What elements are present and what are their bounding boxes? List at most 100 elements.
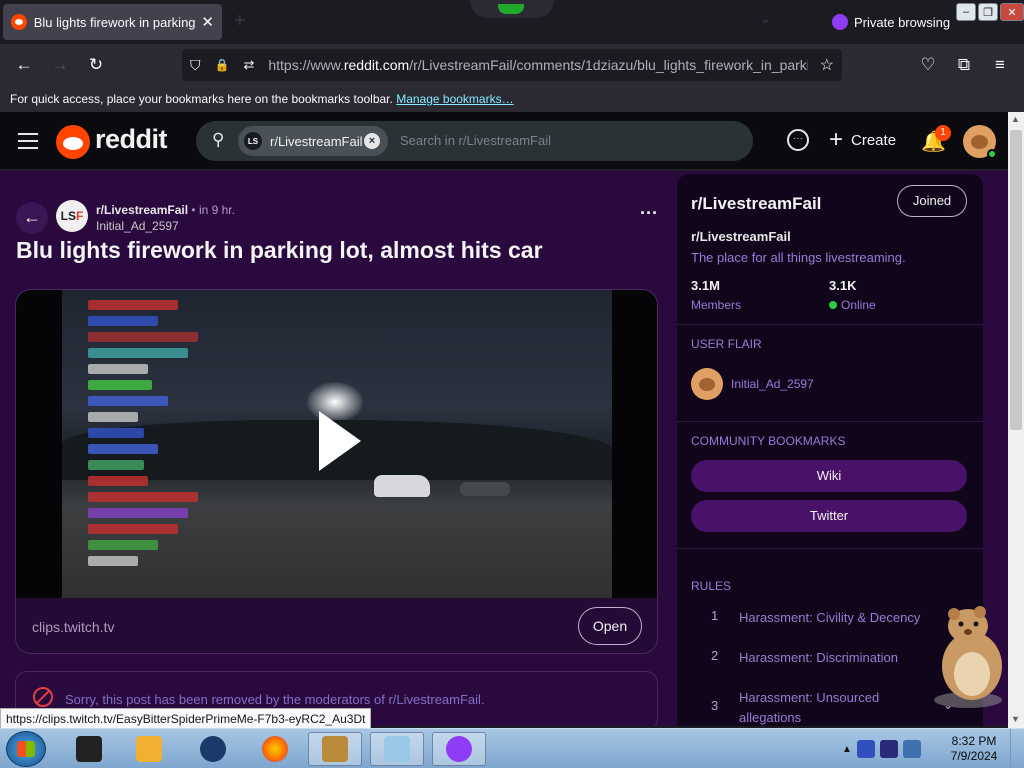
subreddit-filter-chip[interactable]: LS r/LivestreamFail ×: [238, 126, 388, 156]
members-label: Members: [691, 298, 742, 312]
link-preview-row[interactable]: clips.twitch.tv Open: [16, 598, 657, 653]
manage-bookmarks-link[interactable]: Manage bookmarks…: [396, 92, 513, 106]
menu-icon[interactable]: ≡: [990, 55, 1010, 75]
camera-notch: [470, 0, 554, 18]
rule-number: 1: [711, 608, 719, 623]
white-car: [374, 475, 430, 497]
post-title: Blu lights firework in parking lot, almo…: [16, 237, 543, 263]
private-browsing-label: Private browsing: [854, 14, 951, 30]
minimize-button[interactable]: –: [956, 3, 976, 21]
hamster-desktop-pet-icon[interactable]: [928, 604, 1008, 708]
bookmark-twitter-button[interactable]: Twitter: [691, 500, 967, 532]
plus-icon: +: [829, 126, 844, 153]
taskbar-clock[interactable]: 8:32 PM 7/9/2024: [946, 734, 1002, 764]
subreddit-chip-label: r/LivestreamFail: [270, 133, 363, 149]
extensions-icon[interactable]: ⧉: [954, 55, 974, 75]
rule-number: 2: [711, 648, 719, 663]
chat-icon[interactable]: ···: [787, 129, 809, 151]
subreddit-icon-letters: LS: [60, 209, 76, 223]
taskbar-app-box-icon[interactable]: [308, 732, 362, 766]
removed-message: Sorry, this post has been removed by the…: [65, 692, 485, 707]
show-desktop-button[interactable]: [1010, 729, 1024, 768]
rule-text: Harassment: Unsourced allegations: [739, 690, 880, 725]
start-button-icon[interactable]: [6, 731, 46, 767]
post-media-card: clips.twitch.tv Open: [15, 289, 658, 654]
tray-volume-icon[interactable]: [902, 740, 921, 758]
taskbar-app-notepad-icon[interactable]: [370, 732, 424, 766]
reddit-logo-text[interactable]: reddit: [95, 124, 168, 155]
community-description: The place for all things livestreaming.: [691, 250, 906, 265]
subreddit-icon[interactable]: LS F: [56, 200, 88, 232]
url-domain: reddit.com: [343, 57, 410, 73]
url-text[interactable]: https://www.reddit.com/r/LivestreamFail/…: [268, 57, 808, 73]
divider: [677, 421, 983, 422]
taskbar-app-media-player-icon[interactable]: [122, 732, 176, 766]
taskbar-app-firefox-icon[interactable]: [248, 732, 302, 766]
url-prefix: https://www.: [268, 57, 344, 73]
taskbar-app-terminal-icon[interactable]: [62, 732, 116, 766]
new-tab-icon[interactable]: +: [234, 10, 246, 33]
user-flair-heading: USER FLAIR: [691, 337, 762, 351]
post-meta: r/LivestreamFail • in 9 hr.: [96, 203, 235, 217]
private-browsing-indicator: Private browsing: [832, 14, 950, 30]
rule-text: Harassment: Civility & Decency: [739, 610, 921, 625]
prohibited-icon: [33, 687, 53, 707]
lock-icon[interactable]: 🔒: [215, 58, 230, 72]
browser-tab[interactable]: Blu lights firework in parking lot, almo…: [3, 4, 222, 40]
joined-button[interactable]: Joined: [897, 185, 967, 217]
reddit-logo-icon[interactable]: [56, 125, 90, 159]
online-dot-icon: [829, 301, 837, 309]
open-link-button[interactable]: Open: [578, 607, 642, 645]
close-window-button[interactable]: ✕: [1000, 3, 1024, 21]
tracking-shield-icon[interactable]: ⛉: [190, 57, 201, 74]
tray-app-icon[interactable]: [879, 740, 898, 758]
tray-expand-icon[interactable]: ▲: [842, 744, 852, 755]
pocket-icon[interactable]: ♡: [918, 55, 938, 75]
hamburger-menu-icon[interactable]: [18, 133, 38, 154]
tray-network-icon[interactable]: [856, 740, 875, 758]
video-player[interactable]: [16, 290, 657, 598]
tab-strip: Blu lights firework in parking lot, almo…: [0, 0, 1024, 44]
play-icon[interactable]: [319, 411, 361, 471]
post-author[interactable]: Initial_Ad_2597: [96, 219, 179, 233]
scroll-down-icon[interactable]: ▼: [1011, 714, 1020, 724]
back-arrow-button[interactable]: ←: [16, 202, 48, 234]
tab-list-icon[interactable]: ⌄: [760, 11, 771, 27]
divider: [677, 548, 983, 549]
url-path: /r/LivestreamFail/comments/1dziazu/blu_l…: [409, 57, 809, 73]
user-avatar[interactable]: [963, 125, 997, 159]
more-options-icon[interactable]: ···: [640, 203, 658, 224]
clear-chip-icon[interactable]: ×: [364, 133, 380, 149]
dark-car: [460, 482, 510, 496]
divider: [677, 324, 983, 325]
page-scrollbar[interactable]: ▲ ▼: [1008, 112, 1024, 728]
subreddit-link[interactable]: r/LivestreamFail: [96, 203, 188, 217]
rule-number: 3: [711, 698, 719, 713]
sidebar-title[interactable]: r/LivestreamFail: [691, 194, 821, 214]
address-bar[interactable]: ⛉ 🔒 ⇄ https://www.reddit.com/r/Livestrea…: [182, 49, 842, 81]
user-flair[interactable]: Initial_Ad_2597: [691, 368, 814, 400]
scroll-up-icon[interactable]: ▲: [1011, 114, 1020, 124]
tab-close-icon[interactable]: ✕: [201, 13, 214, 31]
online-status-dot: [987, 149, 997, 159]
back-icon[interactable]: ←: [14, 55, 34, 75]
taskbar-app-globe-icon[interactable]: [186, 732, 240, 766]
link-status-url: https://clips.twitch.tv/EasyBitterSpider…: [0, 708, 372, 730]
online-stat: 3.1K Online: [829, 278, 876, 312]
bookmark-star-icon[interactable]: ☆: [820, 55, 834, 75]
bookmark-wiki-button[interactable]: Wiki: [691, 460, 967, 492]
scrollbar-thumb[interactable]: [1010, 130, 1022, 430]
search-bar[interactable]: ⚲ LS r/LivestreamFail × Search in r/Live…: [196, 121, 753, 161]
link-domain[interactable]: clips.twitch.tv: [32, 619, 114, 635]
community-bookmarks-heading: COMMUNITY BOOKMARKS: [691, 434, 846, 448]
taskbar-app-firefox-private-icon[interactable]: [432, 732, 486, 766]
bookmarks-hint: For quick access, place your bookmarks h…: [10, 92, 393, 106]
permissions-icon[interactable]: ⇄: [243, 57, 254, 73]
meta-separator: •: [191, 203, 196, 217]
maximize-button[interactable]: ❐: [978, 3, 998, 21]
create-button[interactable]: + Create: [829, 126, 896, 153]
reload-icon[interactable]: ↻: [86, 55, 106, 75]
forward-icon[interactable]: →: [50, 55, 70, 75]
online-label: Online: [841, 298, 876, 312]
search-input[interactable]: Search in r/LivestreamFail: [400, 133, 551, 148]
